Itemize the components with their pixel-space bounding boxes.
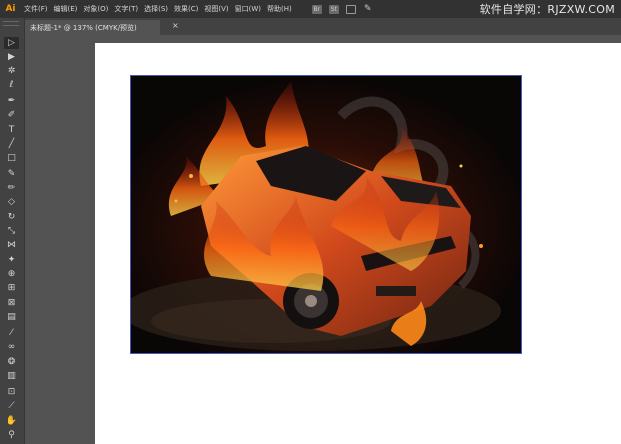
flaming-car-illustration [131,76,521,353]
watermark-text: 软件自学网：RJZXW.COM [479,3,615,16]
app-bar-icons: Br St ✎ [311,4,380,14]
stock-icon[interactable]: St [328,4,339,14]
document-tab-title: 未标题-1* @ 137% (CMYK/预览) [30,23,137,32]
rotate-tool-icon[interactable]: ↻ [4,211,19,223]
menu-window[interactable]: 窗口(W) [235,4,261,14]
document-tab[interactable]: 未标题-1* @ 137% (CMYK/预览) [24,20,160,35]
arrange-documents-icon[interactable] [345,4,356,14]
eyedropper-tool-icon[interactable]: ⁄ [4,327,19,339]
pencil-tool-icon[interactable]: ✏ [4,182,19,194]
menu-object[interactable]: 对象(O) [83,4,108,14]
menu-effect[interactable]: 效果(C) [174,4,198,14]
column-graph-tool-icon[interactable]: ▥ [4,370,19,382]
placed-image-flaming-car[interactable] [130,75,522,354]
menu-type[interactable]: 文字(T) [114,4,138,14]
scale-tool-icon[interactable]: ⤡ [4,225,19,237]
shape-builder-tool-icon[interactable]: ⊕ [4,268,19,280]
close-icon[interactable]: × [172,21,179,30]
eraser-tool-icon[interactable]: ◇ [4,196,19,208]
gradient-tool-icon[interactable]: ▤ [4,311,19,323]
zoom-tool-icon[interactable]: ⚲ [4,429,19,441]
type-tool-icon[interactable]: T [4,124,19,136]
blend-tool-icon[interactable]: ∞ [4,341,19,353]
hand-tool-icon[interactable]: ✋ [4,415,19,427]
lasso-tool-icon[interactable]: ℓ [4,79,19,91]
artboard-tool-icon[interactable]: ⊡ [4,386,19,398]
menu-help[interactable]: 帮助(H) [267,4,292,14]
pen-tool-icon[interactable]: ✒ [4,95,19,107]
puppet-warp-tool-icon[interactable]: ✦ [4,254,19,266]
menu-file[interactable]: 文件(F) [24,4,48,14]
selection-tool-icon[interactable]: ▷ [4,37,19,49]
menu-view[interactable]: 视图(V) [204,4,228,14]
line-segment-tool-icon[interactable]: ╱ [4,138,19,150]
paintbrush-tool-icon[interactable]: ✎ [4,168,19,180]
menu-select[interactable]: 选择(S) [144,4,168,14]
symbol-sprayer-tool-icon[interactable]: ❂ [4,356,19,368]
tools-panel: ▷ ▶ ✲ ℓ ✒ ✐ T ╱ □ ✎ ✏ ◇ ↻ ⤡ ⋈ ✦ ⊕ ⊞ ⊠ ▤ … [0,18,25,444]
slice-tool-icon[interactable]: ⟋ [4,400,19,412]
document-tab-bar: 未标题-1* @ 137% (CMYK/预览) × [24,18,621,35]
rectangle-tool-icon[interactable]: □ [4,152,19,164]
width-tool-icon[interactable]: ⋈ [4,239,19,251]
illustrator-logo-icon: Ai [5,4,16,14]
panel-grip[interactable] [3,21,19,26]
direct-selection-tool-icon[interactable]: ▶ [4,51,19,63]
curvature-tool-icon[interactable]: ✐ [4,109,19,121]
brush-feather-icon[interactable]: ✎ [363,4,373,14]
menu-bar: Ai 文件(F) 编辑(E) 对象(O) 文字(T) 选择(S) 效果(C) 视… [0,0,621,18]
bridge-icon[interactable]: Br [311,4,322,14]
perspective-grid-tool-icon[interactable]: ⊞ [4,282,19,294]
magic-wand-tool-icon[interactable]: ✲ [4,65,19,77]
mesh-tool-icon[interactable]: ⊠ [4,297,19,309]
artboard[interactable] [95,43,621,444]
menu-edit[interactable]: 编辑(E) [54,4,78,14]
canvas-workspace[interactable] [25,35,621,444]
